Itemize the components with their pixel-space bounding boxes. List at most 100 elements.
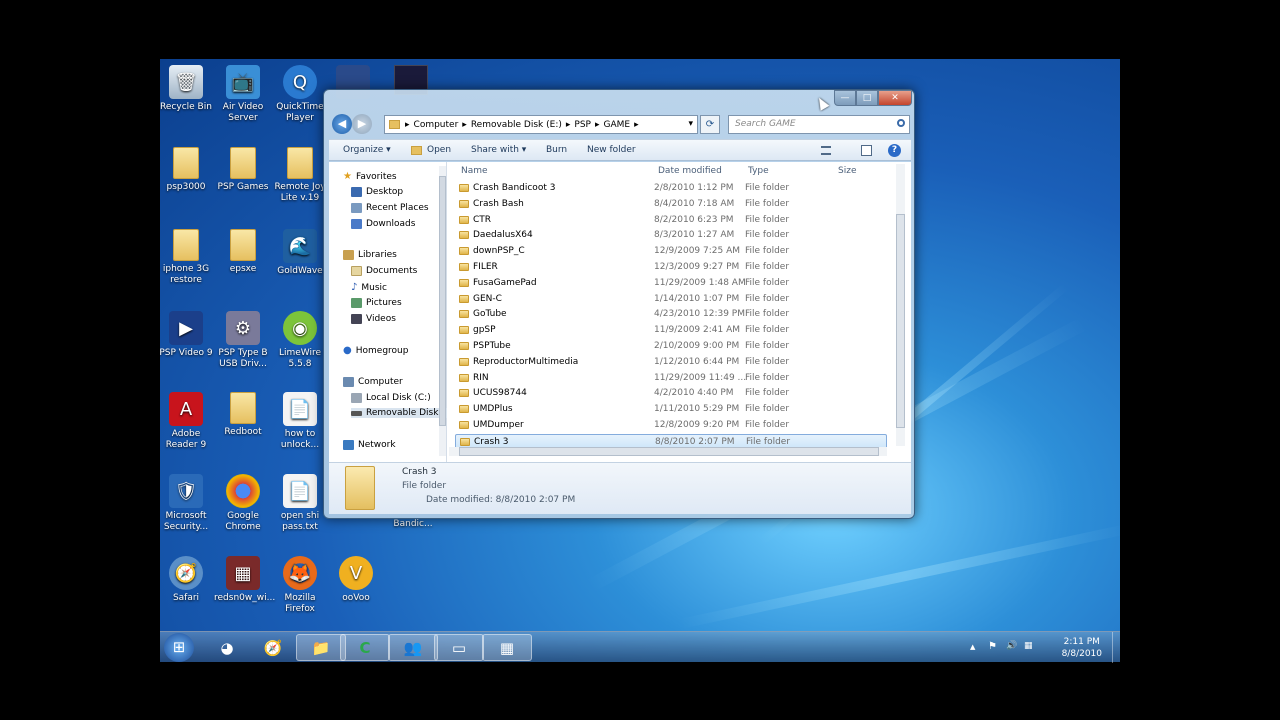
desktop-icon-oovoo[interactable]: V ooVoo xyxy=(327,556,385,604)
preview-pane-icon[interactable] xyxy=(861,145,872,156)
breadcrumb-psp[interactable]: PSP xyxy=(574,120,591,130)
back-button[interactable]: ◀ xyxy=(332,114,352,134)
help-button[interactable]: ? xyxy=(888,144,901,157)
forward-button[interactable]: ▶ xyxy=(352,114,372,134)
nav-homegroup[interactable]: ● Homegroup xyxy=(343,345,408,356)
desktop-icon-recycle-bin[interactable]: 🗑 Recycle Bin xyxy=(160,65,215,113)
open-button[interactable]: Open xyxy=(427,145,451,155)
file-row[interactable]: UMDumper 12/8/2009 9:20 PM File folder xyxy=(455,418,887,433)
taskbar-safari[interactable]: 🧭 xyxy=(248,634,298,661)
desktop-icon-remote-joy[interactable]: Remote Joy Lite v.19 xyxy=(271,147,329,204)
column-header-name[interactable]: Name xyxy=(461,166,488,176)
file-row[interactable]: RIN 11/29/2009 11:49 ... File folder xyxy=(455,371,887,386)
taskbar-window[interactable]: ▭ xyxy=(434,634,484,661)
action-center-flag-icon[interactable]: ⚑ xyxy=(988,641,997,652)
clock[interactable]: 2:11 PM 8/8/2010 xyxy=(1062,636,1102,660)
desktop-icon-how-to-unlock[interactable]: 📄 how to unlock... xyxy=(271,392,329,451)
organize-button[interactable]: Organize ▾ xyxy=(343,145,391,155)
minimize-button[interactable]: — xyxy=(834,90,856,106)
breadcrumb-computer[interactable]: Computer xyxy=(414,120,459,130)
desktop-icon-psp-video-9[interactable]: ▶ PSP Video 9 xyxy=(160,311,215,359)
taskbar-chrome[interactable]: ◕ xyxy=(202,634,252,661)
desktop-icon-redboot[interactable]: Redboot xyxy=(214,392,272,438)
breadcrumb-game[interactable]: GAME xyxy=(604,120,631,130)
file-row[interactable]: UMDPlus 1/11/2010 5:29 PM File folder xyxy=(455,402,887,417)
desktop-icon-psp-games[interactable]: PSP Games xyxy=(214,147,272,193)
taskbar-app-c[interactable]: C xyxy=(340,634,390,661)
close-button[interactable]: ✕ xyxy=(878,90,912,106)
volume-icon[interactable]: 🔊 xyxy=(1006,641,1017,651)
file-row[interactable]: Crash Bandicoot 3 2/8/2010 1:12 PM File fo… xyxy=(455,181,887,196)
file-row[interactable]: GoTube 4/23/2010 12:39 PM File folder xyxy=(455,307,887,322)
nav-documents[interactable]: Documents xyxy=(351,266,417,276)
nav-local-disk[interactable]: Local Disk (C:) xyxy=(351,393,431,403)
desktop-icon-iphone-restore[interactable]: iphone 3G restore xyxy=(160,229,215,286)
search-input[interactable]: Search GAME xyxy=(728,115,910,134)
file-row[interactable]: ReproductorMultimedia 1/12/2010 6:44 PM Fi… xyxy=(455,355,887,370)
new-folder-button[interactable]: New folder xyxy=(587,145,636,155)
desktop-icon-quicktime[interactable]: Q QuickTime Player xyxy=(271,65,329,124)
share-with-button[interactable]: Share with ▾ xyxy=(471,145,526,155)
nav-videos[interactable]: Videos xyxy=(351,314,396,324)
file-row[interactable]: DaedalusX64 8/3/2010 1:27 AM File folder xyxy=(455,228,887,243)
address-bar[interactable]: ▸ Computer ▸ Removable Disk (E:) ▸ PSP ▸… xyxy=(384,115,698,134)
nav-pictures[interactable]: Pictures xyxy=(351,298,402,308)
desktop-icon-firefox[interactable]: 🦊 Mozilla Firefox xyxy=(271,556,329,615)
desktop-icon-open-shi-pass[interactable]: 📄 open shi pass.txt xyxy=(271,474,329,533)
file-row[interactable]: UCUS98744 4/2/2010 4:40 PM File folder xyxy=(455,386,887,401)
taskbar-messenger[interactable]: 👥 xyxy=(388,634,438,661)
nav-downloads[interactable]: Downloads xyxy=(351,219,415,229)
horizontal-scrollbar[interactable] xyxy=(449,447,887,456)
desktop-icon-bandicoot[interactable]: Bandic... xyxy=(384,519,442,530)
file-row[interactable]: CTR 8/2/2010 6:23 PM File folder xyxy=(455,213,887,228)
horizontal-scrollbar-thumb[interactable] xyxy=(459,447,879,456)
network-icon[interactable]: ▦ xyxy=(1024,641,1033,651)
column-header-size[interactable]: Size xyxy=(838,166,856,176)
file-row[interactable]: PSPTube 2/10/2009 9:00 PM File folder xyxy=(455,339,887,354)
address-dropdown-icon[interactable]: ▾ xyxy=(688,119,693,129)
vertical-scrollbar[interactable] xyxy=(896,164,905,446)
desktop-icon-microsoft-security[interactable]: 🛡 Microsoft Security... xyxy=(160,474,215,533)
start-button[interactable]: ⊞ xyxy=(164,633,194,662)
file-row[interactable]: Crash Bash 8/4/2010 7:18 AM File folder xyxy=(455,197,887,212)
search-icon[interactable] xyxy=(897,119,905,127)
file-row[interactable]: FusaGamePad 11/29/2009 1:48 AM File folder xyxy=(455,276,887,291)
maximize-button[interactable]: □ xyxy=(856,90,878,106)
breadcrumb-removable-disk[interactable]: Removable Disk (E:) xyxy=(471,120,562,130)
burn-button[interactable]: Burn xyxy=(546,145,567,155)
file-row[interactable]: gpSP 11/9/2009 2:41 AM File folder xyxy=(455,323,887,338)
nav-scrollbar[interactable] xyxy=(439,166,446,456)
taskbar-explorer[interactable]: 📁 xyxy=(296,634,346,661)
view-options-icon[interactable] xyxy=(821,146,831,155)
nav-computer[interactable]: Computer xyxy=(343,377,403,387)
nav-music[interactable]: ♪ Music xyxy=(351,282,387,293)
show-hidden-icons-button[interactable]: ▲ xyxy=(970,643,975,651)
file-row[interactable]: GEN-C 1/14/2010 1:07 PM File folder xyxy=(455,292,887,307)
taskbar-app-grid[interactable]: ▦ xyxy=(482,634,532,661)
file-date: 2/8/2010 1:12 PM xyxy=(654,183,734,193)
nav-desktop[interactable]: Desktop xyxy=(351,187,403,197)
nav-scrollbar-thumb[interactable] xyxy=(439,176,446,426)
desktop-icon-epsxe[interactable]: epsxe xyxy=(214,229,272,275)
file-row[interactable]: downPSP_C 12/9/2009 7:25 AM File folder xyxy=(455,244,887,259)
desktop-icon-adobe-reader[interactable]: A Adobe Reader 9 xyxy=(160,392,215,451)
show-desktop-button[interactable] xyxy=(1112,632,1120,663)
desktop-icon-psp3000[interactable]: psp3000 xyxy=(160,147,215,193)
desktop-icon xyxy=(351,187,362,197)
desktop-icon-air-video[interactable]: 📺 Air Video Server xyxy=(214,65,272,124)
nav-network[interactable]: Network xyxy=(343,440,396,450)
nav-recent-places[interactable]: Recent Places xyxy=(351,203,429,213)
nav-favorites[interactable]: ★ Favorites xyxy=(343,171,397,182)
desktop-icon-limewire[interactable]: ◉ LimeWire 5.5.8 xyxy=(271,311,329,370)
column-header-type[interactable]: Type xyxy=(748,166,769,176)
desktop-icon-psp-type-b[interactable]: ⚙ PSP Type B USB Driv... xyxy=(214,311,272,370)
refresh-button[interactable]: ⟳ xyxy=(700,115,720,134)
vertical-scrollbar-thumb[interactable] xyxy=(896,214,905,428)
desktop-icon-google-chrome[interactable]: Google Chrome xyxy=(214,474,272,533)
file-row[interactable]: FILER 12/3/2009 9:27 PM File folder xyxy=(455,260,887,275)
desktop-icon-safari[interactable]: 🧭 Safari xyxy=(160,556,215,604)
desktop-icon-goldwave[interactable]: 🌊 GoldWave xyxy=(271,229,329,277)
desktop-icon-redsn0w[interactable]: ▦ redsn0w_wi... xyxy=(214,556,275,604)
column-header-date[interactable]: Date modified xyxy=(658,166,722,176)
nav-libraries[interactable]: Libraries xyxy=(343,250,397,260)
